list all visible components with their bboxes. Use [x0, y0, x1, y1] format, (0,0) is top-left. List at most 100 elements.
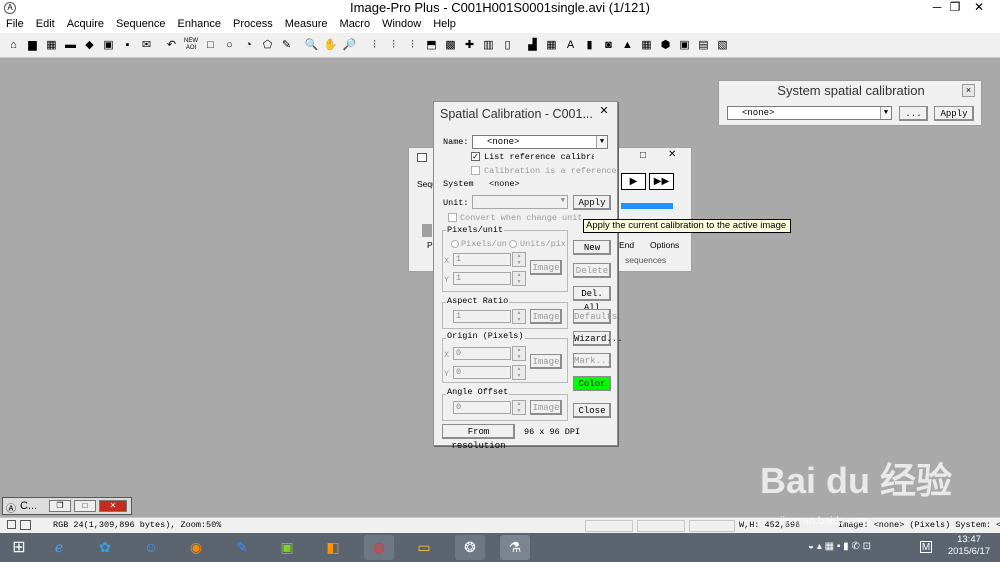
windows-start-icon[interactable]: ⊞: [4, 535, 34, 560]
zoom-fit-icon[interactable]: 🔎: [342, 38, 357, 53]
open-folder-icon[interactable]: ⌂: [6, 38, 21, 53]
menu-file[interactable]: File: [0, 16, 30, 33]
zoom-icon[interactable]: 🔍: [304, 38, 319, 53]
close-icon[interactable]: ✕: [592, 103, 616, 119]
menu-process[interactable]: Process: [227, 16, 279, 33]
save-icon[interactable]: ▆: [25, 38, 40, 53]
apply-button[interactable]: Apply: [573, 195, 611, 210]
firefox-icon[interactable]: ◉: [181, 535, 211, 560]
restore-icon[interactable]: ❐: [49, 500, 71, 512]
menu-measure[interactable]: Measure: [279, 16, 334, 33]
measure-x-icon[interactable]: ▥: [481, 38, 496, 53]
wizard-button[interactable]: Wizard...: [573, 331, 623, 346]
pen-icon[interactable]: ✎: [279, 38, 294, 53]
pan-hand-icon[interactable]: ✋: [323, 38, 338, 53]
contrast-sliders-icon[interactable]: ⫶: [367, 38, 382, 53]
close-icon[interactable]: ×: [962, 84, 975, 97]
aspect-image-button[interactable]: Image: [530, 309, 562, 324]
image-pro-plus-taskbar-icon[interactable]: ⚗: [500, 535, 530, 560]
close-window-button[interactable]: ✕: [968, 0, 990, 16]
convert-unit-checkbox[interactable]: [448, 213, 457, 222]
script-icon[interactable]: ▧: [715, 38, 730, 53]
close-icon[interactable]: ✕: [668, 149, 676, 160]
origin-x-stepper[interactable]: ▲ ▼: [512, 346, 526, 361]
video-icon[interactable]: ▬: [63, 38, 78, 53]
pixels-y-stepper[interactable]: ▲ ▼: [512, 271, 526, 286]
camera-icon[interactable]: ◙: [601, 38, 616, 53]
fast-forward-button[interactable]: ▶▶: [649, 173, 674, 190]
menu-sequence[interactable]: Sequence: [110, 16, 172, 33]
minimized-image-window[interactable]: Ⓐ C... ❐ □ ✕: [2, 497, 132, 515]
origin-x-input[interactable]: 0: [453, 347, 511, 360]
system-calibration-select[interactable]: <none> ▼: [727, 106, 892, 120]
menu-enhance[interactable]: Enhance: [172, 16, 227, 33]
angle-image-button[interactable]: Image: [530, 400, 562, 415]
unit-select[interactable]: ▼: [472, 195, 568, 209]
close-button[interactable]: Close: [573, 403, 611, 418]
angle-offset-stepper[interactable]: ▲ ▼: [512, 400, 526, 415]
book-icon[interactable]: ▪: [120, 38, 135, 53]
histogram-icon[interactable]: ⫶: [386, 38, 401, 53]
pdf-app-icon[interactable]: ◧: [318, 535, 348, 560]
system-apply-button[interactable]: Apply: [934, 106, 974, 121]
delete-button[interactable]: Delete: [573, 263, 611, 278]
pixels-image-button[interactable]: Image: [530, 260, 562, 275]
angle-offset-input[interactable]: 0: [453, 401, 511, 414]
browse-button[interactable]: ...: [899, 106, 928, 121]
file-explorer-icon[interactable]: ▭: [409, 535, 439, 560]
ime-indicator[interactable]: M: [920, 541, 932, 553]
origin-image-button[interactable]: Image: [530, 354, 562, 369]
app-chat-icon[interactable]: ☺: [136, 535, 166, 560]
internet-explorer-icon[interactable]: ℯ: [44, 535, 74, 560]
app-logo-icon[interactable]: ❂: [455, 535, 485, 560]
options-label[interactable]: Options: [650, 240, 679, 250]
print-icon[interactable]: ▣: [101, 38, 116, 53]
color-button[interactable]: Color: [573, 376, 611, 391]
3d-cube-icon[interactable]: ⬢: [658, 38, 673, 53]
maximize-icon[interactable]: □: [640, 150, 646, 161]
menu-macro[interactable]: Macro: [334, 16, 377, 33]
chrome-icon[interactable]: ◍: [364, 535, 394, 560]
calibration-reference-checkbox[interactable]: [471, 166, 480, 175]
from-resolution-button[interactable]: From resolution: [442, 424, 515, 451]
app-pen-icon[interactable]: ✎: [227, 535, 257, 560]
ellipse-aoi-icon[interactable]: ○: [222, 38, 237, 53]
layers-icon[interactable]: ⬒: [424, 38, 439, 53]
list-reference-checkbox[interactable]: ✓: [471, 152, 480, 161]
pixels-per-unit-radio[interactable]: [451, 240, 459, 248]
pixels-x-input[interactable]: 1: [453, 253, 511, 266]
menu-edit[interactable]: Edit: [30, 16, 61, 33]
calibration-ruler-icon[interactable]: ▮: [582, 38, 597, 53]
restore-button[interactable]: ❐: [944, 0, 966, 16]
clock[interactable]: 13:47 2015/6/17: [940, 534, 998, 558]
chart-icon[interactable]: ▲: [620, 38, 635, 53]
app-swirl-icon[interactable]: ✿: [90, 535, 120, 560]
undo-icon[interactable]: ↶: [164, 38, 179, 53]
play-button[interactable]: ▶: [621, 173, 646, 190]
new-button[interactable]: New: [573, 240, 611, 255]
mail-icon[interactable]: ✉: [139, 38, 154, 53]
spectrum-icon[interactable]: ▦: [639, 38, 654, 53]
grey-bar-icon[interactable]: ▯: [500, 38, 515, 53]
units-per-pixel-radio[interactable]: [509, 240, 517, 248]
new-aoi-icon[interactable]: NEW AOI: [183, 38, 199, 53]
origin-y-stepper[interactable]: ▲ ▼: [512, 365, 526, 380]
macro-icon[interactable]: ▤: [696, 38, 711, 53]
line-profile-icon[interactable]: ⫶: [405, 38, 420, 53]
menu-acquire[interactable]: Acquire: [61, 16, 110, 33]
maximize-icon[interactable]: □: [74, 500, 96, 512]
delete-all-button[interactable]: Del. All: [573, 286, 611, 313]
iqiyi-icon[interactable]: ▣: [272, 535, 302, 560]
polygon-aoi-icon[interactable]: ⬠: [260, 38, 275, 53]
pixels-y-input[interactable]: 1: [453, 272, 511, 285]
pixels-x-stepper[interactable]: ▲ ▼: [512, 252, 526, 267]
tile-icon[interactable]: ▩: [443, 38, 458, 53]
mark-button[interactable]: Mark...: [573, 353, 612, 368]
origin-y-input[interactable]: 0: [453, 366, 511, 379]
text-annotate-icon[interactable]: A: [563, 38, 578, 53]
aspect-ratio-input[interactable]: 1: [453, 310, 511, 323]
menu-window[interactable]: Window: [376, 16, 427, 33]
rectangle-aoi-icon[interactable]: □: [203, 38, 218, 53]
calibration-name-select[interactable]: <none> ▼: [472, 135, 608, 149]
close-icon[interactable]: ✕: [99, 500, 127, 512]
